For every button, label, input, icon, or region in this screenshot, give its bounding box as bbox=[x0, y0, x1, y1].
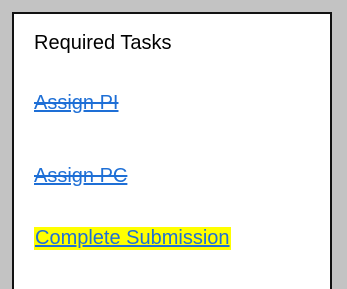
required-tasks-panel: Required Tasks Assign PI Assign PC Compl… bbox=[12, 12, 332, 289]
task-link-assign-pi[interactable]: Assign PI bbox=[34, 92, 118, 115]
task-list: Assign PI Assign PC Complete Submission bbox=[14, 14, 330, 289]
task-link-complete-submission[interactable]: Complete Submission bbox=[34, 227, 231, 250]
task-link-assign-pc[interactable]: Assign PC bbox=[34, 165, 127, 188]
